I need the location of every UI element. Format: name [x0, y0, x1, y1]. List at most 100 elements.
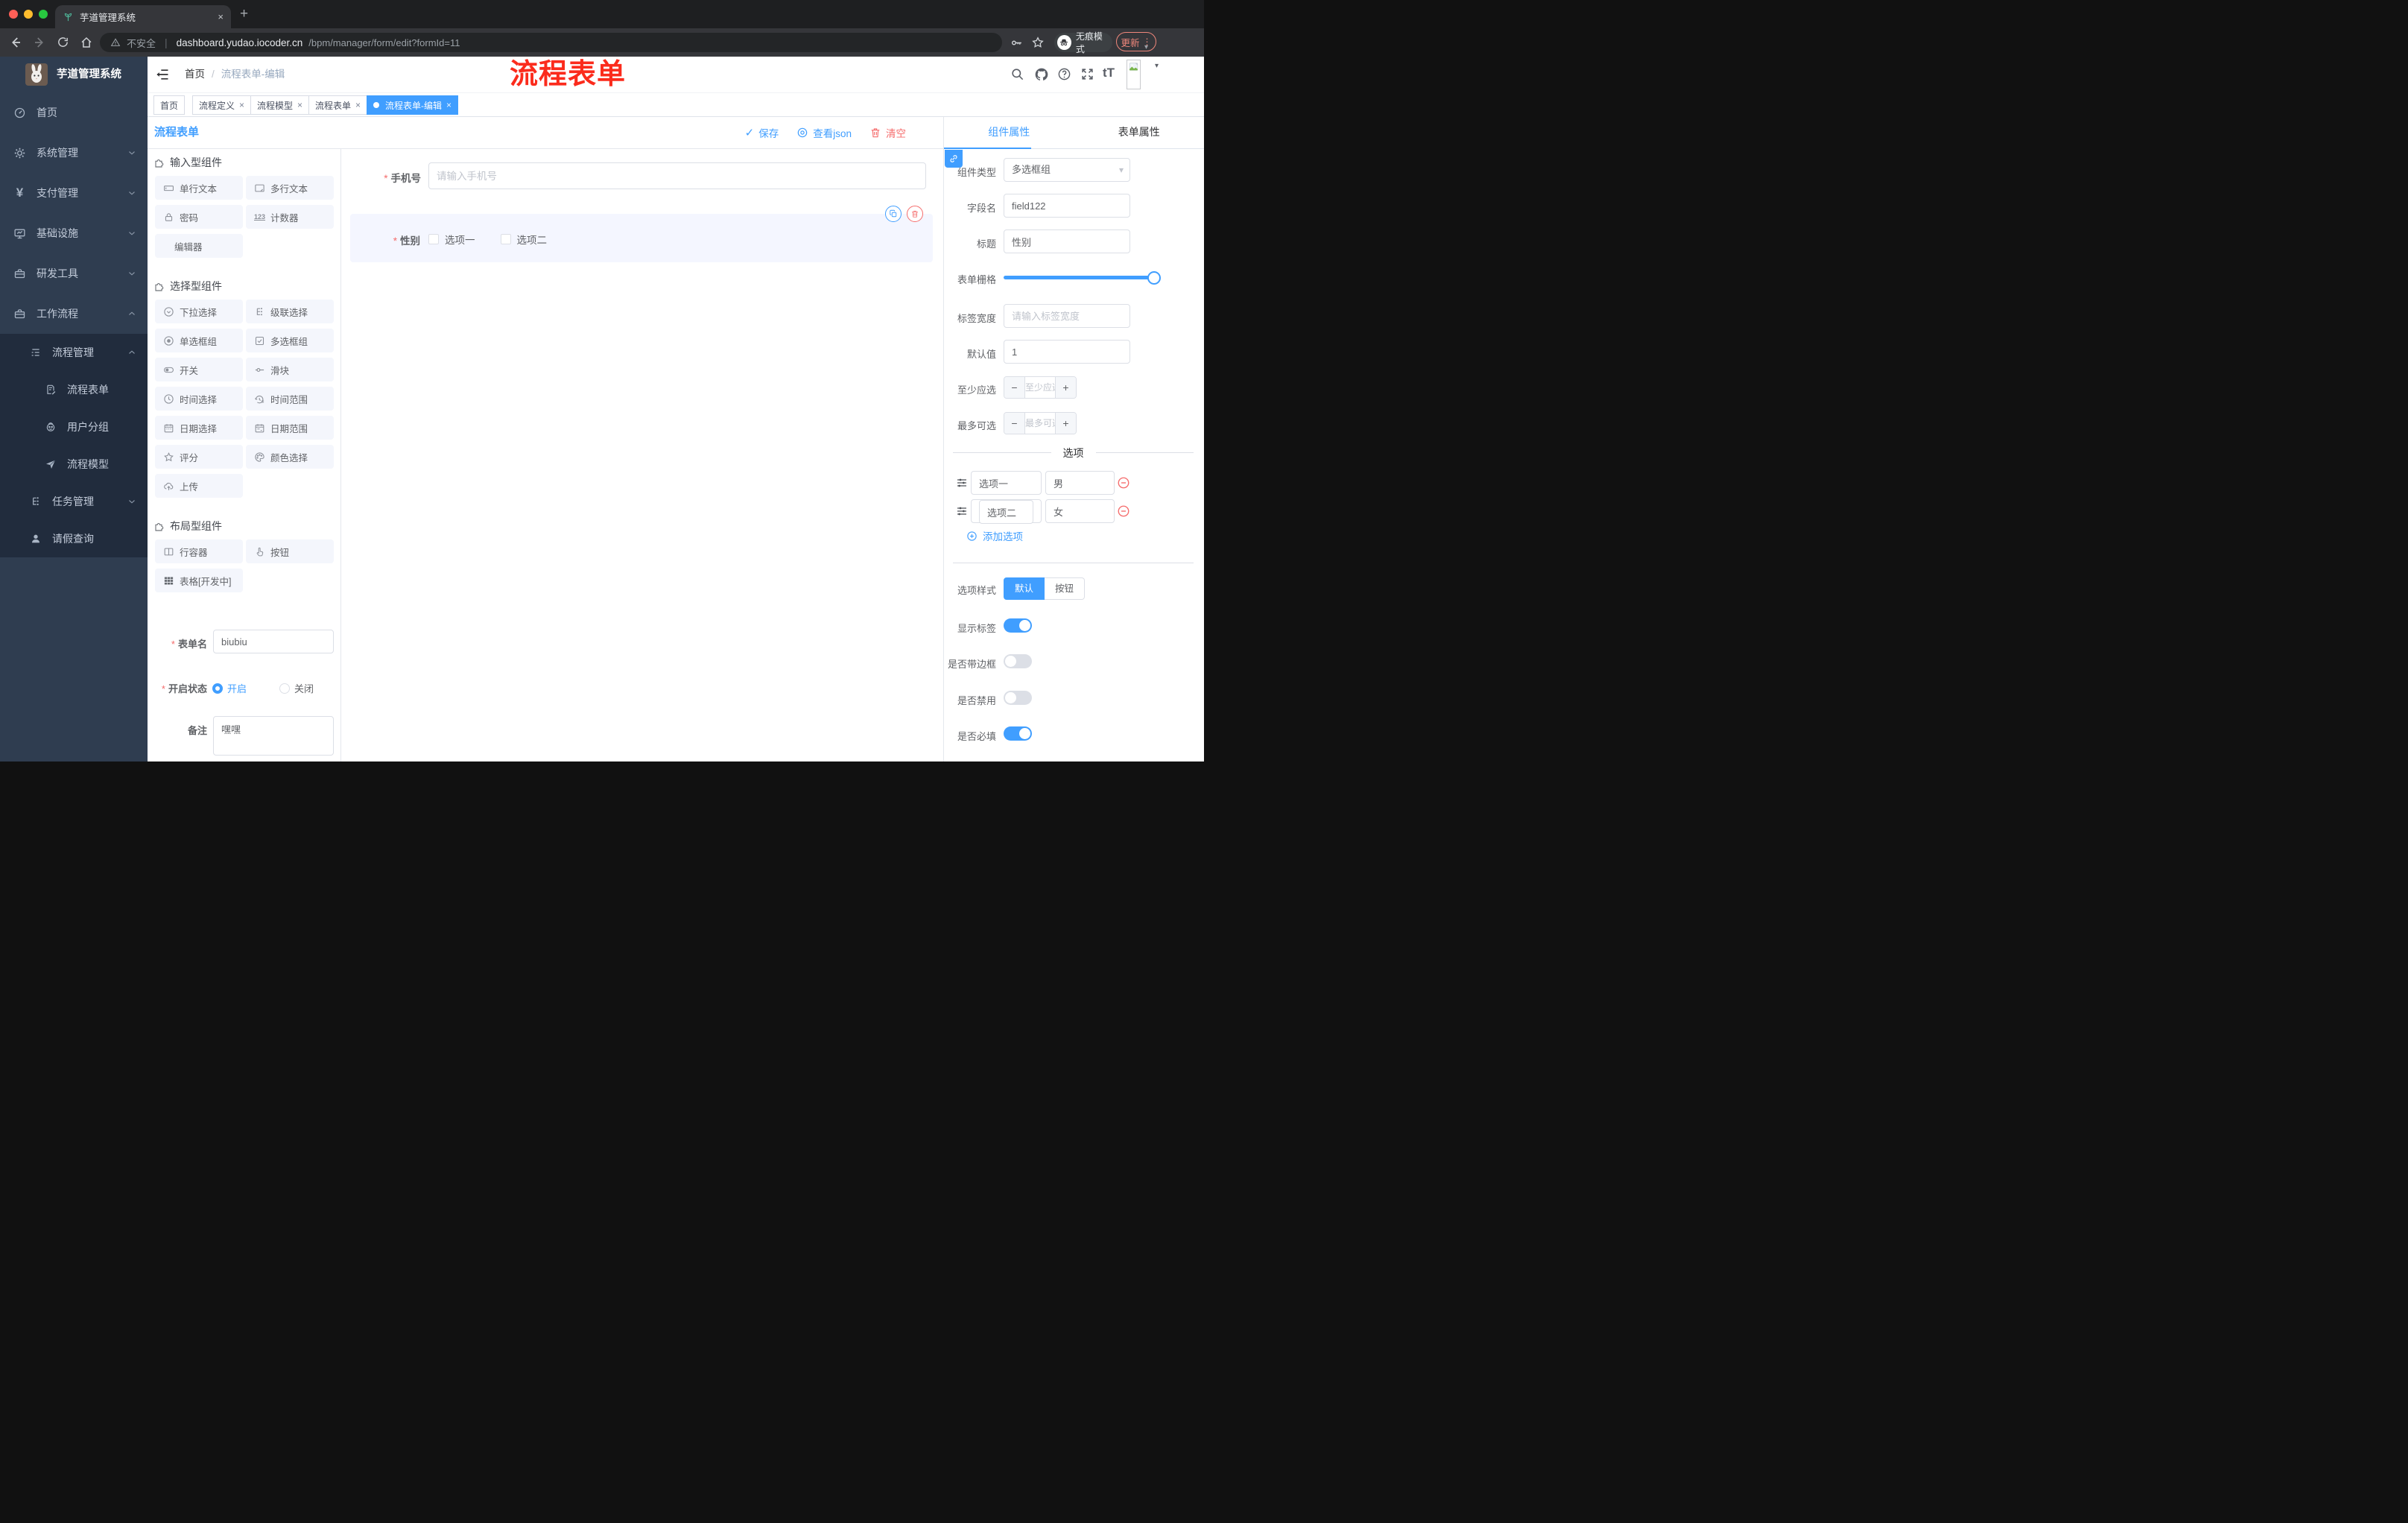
sidebar-item-home[interactable]: 首页 [0, 92, 148, 133]
stepper-plus-button[interactable]: + [1055, 413, 1076, 434]
grid-slider[interactable] [1004, 265, 1161, 291]
gender-option2-checkbox[interactable] [500, 234, 511, 244]
sidebar-item-process-mgmt[interactable]: 流程管理 [0, 334, 148, 371]
tab-close-icon[interactable]: × [218, 11, 224, 22]
slider-handle[interactable] [1147, 270, 1161, 285]
stepper-plus-button[interactable]: + [1055, 377, 1076, 398]
palette-item-date-picker[interactable]: 日期选择 [155, 416, 243, 440]
tag-process-definition[interactable]: 流程定义 × [192, 95, 252, 115]
palette-item-editor[interactable]: 编辑器 [155, 234, 243, 258]
copy-component-button[interactable] [885, 206, 902, 222]
status-on-radio[interactable] [212, 683, 223, 694]
tag-close-icon[interactable]: × [239, 100, 244, 110]
save-button[interactable]: ✓ 保存 [745, 125, 779, 140]
tab-form-props[interactable]: 表单属性 [1074, 117, 1205, 148]
palette-item-time-range[interactable]: 时间范围 [246, 387, 334, 411]
tag-close-icon[interactable]: × [355, 100, 361, 110]
option2-value-input[interactable] [1045, 499, 1115, 523]
back-icon[interactable] [9, 36, 22, 49]
fullscreen-icon[interactable] [1080, 67, 1094, 81]
password-key-icon[interactable] [1010, 37, 1023, 49]
palette-item-select[interactable]: 下拉选择 [155, 300, 243, 323]
title-input[interactable] [1004, 229, 1130, 253]
selected-component-gender[interactable]: 性别 选项一 选项二 [350, 214, 933, 262]
stepper-minus-button[interactable]: − [1004, 377, 1025, 398]
reload-icon[interactable] [57, 36, 69, 48]
sidebar-item-payment[interactable]: ¥ 支付管理 [0, 173, 148, 213]
palette-item-counter[interactable]: 123 计数器 [246, 205, 334, 229]
palette-item-cascader[interactable]: 级联选择 [246, 300, 334, 323]
new-tab-button[interactable]: + [240, 6, 248, 22]
palette-item-date-range[interactable]: 日期范围 [246, 416, 334, 440]
forward-icon[interactable] [33, 36, 46, 49]
show-label-toggle[interactable] [1004, 618, 1032, 633]
max-select-placeholder[interactable]: 最多可选 [1025, 413, 1055, 434]
with-border-toggle[interactable] [1004, 654, 1032, 668]
browser-update-button[interactable]: 更新 ⋮ [1116, 32, 1156, 51]
palette-item-textarea[interactable]: 多行文本 [246, 176, 334, 200]
form-name-input[interactable] [213, 630, 334, 653]
sidebar-item-task-mgmt[interactable]: 任务管理 [0, 483, 148, 520]
palette-item-color-picker[interactable]: 颜色选择 [246, 445, 334, 469]
field-name-input[interactable] [1004, 194, 1130, 218]
remove-option-icon[interactable] [1117, 504, 1130, 518]
tag-process-model[interactable]: 流程模型 × [250, 95, 310, 115]
add-option-button[interactable]: 添加选项 [966, 528, 1023, 543]
font-size-icon[interactable]: tT [1103, 66, 1115, 80]
palette-item-button[interactable]: 按钮 [246, 539, 334, 563]
palette-item-row-container[interactable]: 行容器 [155, 539, 243, 563]
github-icon[interactable] [1034, 67, 1049, 82]
min-select-placeholder[interactable]: 至少应选 [1025, 377, 1055, 398]
option2-label-input[interactable] [979, 500, 1033, 524]
tag-process-form-edit-active[interactable]: 流程表单-编辑 × [367, 95, 459, 115]
sidebar-item-user-group[interactable]: 用户分组 [0, 408, 148, 446]
sidebar-item-system[interactable]: 系统管理 [0, 133, 148, 173]
address-bar[interactable]: 不安全 | dashboard.yudao.iocoder.cn/bpm/man… [100, 33, 1002, 52]
tag-home[interactable]: 首页 [153, 95, 186, 115]
clear-button[interactable]: 清空 [869, 125, 906, 140]
option-style-default[interactable]: 默认 [1004, 577, 1045, 600]
sidebar-item-devtools[interactable]: 研发工具 [0, 253, 148, 294]
component-type-select[interactable]: 多选框组 ▾ [1004, 158, 1130, 182]
sidebar-item-infra[interactable]: 基础设施 [0, 213, 148, 253]
avatar[interactable] [1127, 60, 1141, 89]
palette-item-table[interactable]: 表格[开发中] [155, 569, 243, 592]
avatar-caret-icon[interactable]: ▾ [1155, 62, 1159, 70]
help-icon[interactable] [1057, 67, 1071, 81]
option-drag-icon[interactable] [956, 505, 968, 517]
slider-track[interactable] [1004, 276, 1154, 291]
status-off-radio[interactable] [279, 683, 291, 694]
palette-item-password[interactable]: 密码 [155, 205, 243, 229]
sidebar-item-process-form[interactable]: 流程表单 [0, 371, 148, 408]
remove-option-icon[interactable] [1117, 476, 1130, 490]
home-icon[interactable] [80, 36, 93, 49]
option-style-button[interactable]: 按钮 [1045, 577, 1086, 600]
phone-field-input[interactable] [428, 162, 926, 189]
label-width-input[interactable] [1004, 304, 1130, 328]
tag-close-icon[interactable]: × [297, 100, 302, 110]
search-icon[interactable] [1010, 67, 1024, 81]
stepper-minus-button[interactable]: − [1004, 413, 1025, 434]
option1-value-input[interactable] [1045, 471, 1115, 495]
breadcrumb-home[interactable]: 首页 [185, 57, 205, 92]
tag-process-form[interactable]: 流程表单 × [308, 95, 368, 115]
sidebar-item-process-model[interactable]: 流程模型 [0, 446, 148, 483]
required-toggle[interactable] [1004, 726, 1032, 741]
palette-item-rate[interactable]: 评分 [155, 445, 243, 469]
disabled-toggle[interactable] [1004, 691, 1032, 705]
tab-component-props[interactable]: 组件属性 [944, 117, 1074, 148]
window-close-button[interactable] [9, 10, 18, 19]
window-minimize-button[interactable] [24, 10, 33, 19]
option1-label-input[interactable] [971, 471, 1042, 495]
sidebar-item-leave-query[interactable]: 请假查询 [0, 520, 148, 557]
sidebar-collapse-icon[interactable] [155, 67, 170, 82]
chrome-caret-icon[interactable]: ▾ [1144, 43, 1148, 51]
browser-tab[interactable]: 芋道管理系统 × [55, 5, 231, 28]
window-zoom-button[interactable] [39, 10, 48, 19]
form-remark-textarea[interactable]: 嘿嘿 [213, 716, 334, 756]
default-value-input[interactable] [1004, 340, 1130, 364]
palette-item-radio-group[interactable]: 单选框组 [155, 329, 243, 352]
palette-item-checkbox-group[interactable]: 多选框组 [246, 329, 334, 352]
delete-component-button[interactable] [907, 206, 923, 222]
palette-item-upload[interactable]: 上传 [155, 474, 243, 498]
